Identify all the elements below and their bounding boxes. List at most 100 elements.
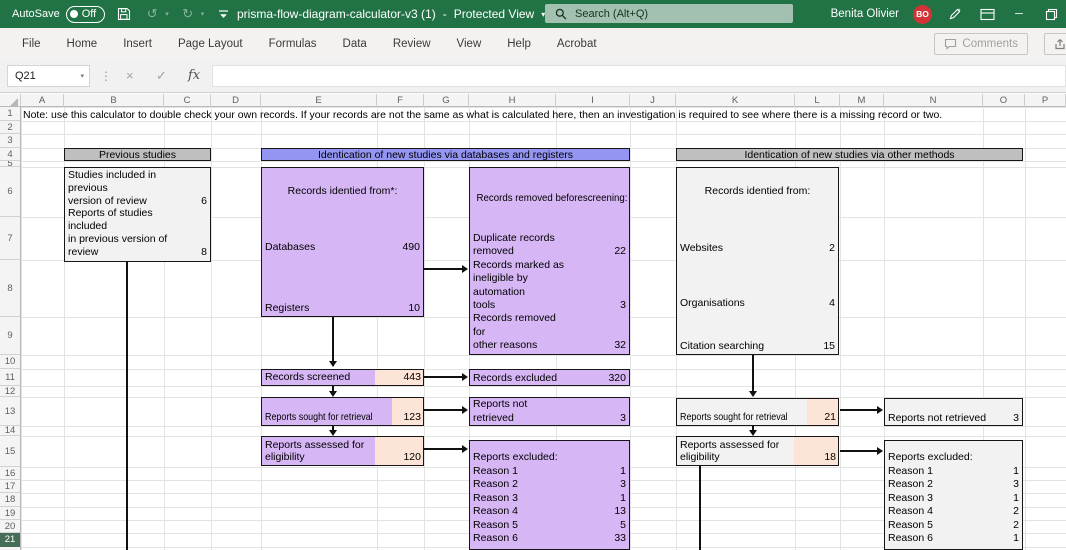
inking-pen-icon[interactable]	[946, 4, 964, 24]
redo-caret-icon: ▾	[200, 11, 205, 18]
formula-input[interactable]	[212, 65, 1066, 87]
reports-excluded-right-box[interactable]: Reports excluded: Reason 11 Reason 23 Re…	[884, 440, 1023, 550]
row-header-21[interactable]: 21	[0, 533, 20, 547]
row-header-20[interactable]: 20	[0, 520, 20, 533]
reports-not-retrieved-right-box[interactable]: Reports not retrieved 3	[884, 398, 1023, 426]
arrow-screened-to-sought	[329, 386, 337, 397]
records-removed-box[interactable]: Records removed beforescreening: Duplica…	[469, 167, 630, 355]
column-header-P[interactable]: P	[1025, 94, 1066, 107]
row-header-16[interactable]: 16	[0, 467, 20, 480]
name-box[interactable]: Q21 ▾	[7, 65, 90, 87]
tab-view[interactable]: View	[444, 28, 495, 60]
quick-access-menu-icon[interactable]	[214, 4, 232, 24]
title-separator: -	[442, 7, 447, 21]
column-header-I[interactable]: I	[556, 94, 630, 107]
records-identified-box[interactable]: Records identied from*: Databases 490 Reg…	[261, 167, 424, 317]
reports-sought-box[interactable]: Reports sought for retrieval 123	[261, 397, 424, 426]
records-screened-box[interactable]: Records screened 443	[261, 369, 424, 386]
gridline	[840, 107, 841, 550]
gridline	[21, 161, 1066, 162]
tab-data[interactable]: Data	[330, 28, 380, 60]
share-icon	[1055, 39, 1065, 50]
column-header-M[interactable]: M	[840, 94, 884, 107]
section-header-previous-studies[interactable]: Previous studies	[64, 148, 211, 161]
row-header-4[interactable]: 4	[0, 148, 20, 161]
row-header-7[interactable]: 7	[0, 217, 20, 260]
row-header-15[interactable]: 15	[0, 436, 20, 467]
row-header-8[interactable]: 8	[0, 260, 20, 317]
column-header-A[interactable]: A	[21, 94, 64, 107]
arrow-screened-to-excluded	[424, 373, 468, 381]
formula-bar-grip-icon: ⋮	[100, 69, 112, 83]
reports-not-retrieved-box[interactable]: Reports not retrieved 3	[469, 397, 630, 426]
restore-window-icon[interactable]	[1042, 4, 1060, 24]
enter-icon[interactable]: ✓	[156, 68, 167, 84]
row-header-14[interactable]: 14	[0, 426, 20, 436]
tab-formulas[interactable]: Formulas	[256, 28, 330, 60]
row-header-9[interactable]: 9	[0, 317, 20, 355]
column-header-C[interactable]: C	[164, 94, 211, 107]
row-header-10[interactable]: 10	[0, 355, 20, 369]
tab-insert[interactable]: Insert	[110, 28, 165, 60]
column-header-B[interactable]: B	[64, 94, 164, 107]
row-header-2[interactable]: 2	[0, 121, 20, 134]
records-excluded-box[interactable]: Records excluded 320	[469, 369, 630, 386]
column-header-J[interactable]: J	[630, 94, 676, 107]
records-identified-other-box[interactable]: Records identied from: Websites 2 Organis…	[676, 167, 839, 355]
insert-function-icon[interactable]: fx	[188, 68, 200, 83]
tab-acrobat[interactable]: Acrobat	[544, 28, 610, 60]
autosave-state: Off	[81, 8, 97, 20]
column-header-O[interactable]: O	[983, 94, 1025, 107]
select-all-corner[interactable]	[0, 94, 21, 107]
tab-help[interactable]: Help	[494, 28, 544, 60]
comments-button[interactable]: Comments	[934, 33, 1028, 55]
autosave-toggle[interactable]: Off	[65, 5, 106, 23]
column-header-H[interactable]: H	[469, 94, 556, 107]
autosave-control[interactable]: AutoSave Off	[12, 5, 106, 23]
save-icon[interactable]	[115, 4, 133, 24]
row-header-1[interactable]: 1	[0, 107, 20, 121]
row-header-13[interactable]: 13	[0, 397, 20, 426]
row-header-17[interactable]: 17	[0, 480, 20, 493]
section-header-other-methods[interactable]: Identication of new studies via other me…	[676, 148, 1023, 161]
column-header-E[interactable]: E	[261, 94, 377, 107]
search-box[interactable]: Search (Alt+Q)	[545, 4, 793, 23]
column-header-K[interactable]: K	[676, 94, 795, 107]
reports-sought-right-box[interactable]: Reports sought for retrieval 21	[676, 398, 839, 426]
cancel-icon[interactable]: ×	[126, 68, 134, 83]
tab-home[interactable]: Home	[54, 28, 111, 60]
note-cell[interactable]: Note: use this calculator to double chec…	[23, 109, 942, 121]
document-title[interactable]: prisma-flow-diagram-calculator-v3 (1) - …	[237, 0, 545, 28]
row-header-11[interactable]: 11	[0, 369, 20, 386]
previous-studies-box[interactable]: Studies included in previous version of …	[64, 167, 211, 262]
tab-page-layout[interactable]: Page Layout	[165, 28, 256, 60]
column-header-L[interactable]: L	[795, 94, 840, 107]
user-name[interactable]: Benita Olivier	[831, 8, 899, 20]
name-box-caret-icon[interactable]: ▾	[80, 72, 84, 80]
gridline	[21, 134, 1066, 135]
row-header-19[interactable]: 19	[0, 507, 20, 520]
row-header-3[interactable]: 3	[0, 134, 20, 148]
row-header-6[interactable]: 6	[0, 167, 20, 217]
gridline	[424, 107, 425, 550]
gridline	[21, 386, 1066, 387]
row-header-12[interactable]: 12	[0, 386, 20, 397]
gridline	[21, 107, 1066, 108]
ribbon-display-options-icon[interactable]	[978, 4, 996, 24]
row-headers: 1 2 3 4 5 6 7 8 9 10 11 12 13 14 15 16 17 18 19 20 21	[0, 107, 21, 550]
column-header-D[interactable]: D	[211, 94, 261, 107]
reports-excluded-box[interactable]: Reports excluded: Reason 11 Reason 23 Re…	[469, 440, 630, 550]
column-header-N[interactable]: N	[884, 94, 983, 107]
row-header-18[interactable]: 18	[0, 493, 20, 507]
section-header-databases-registers[interactable]: Identication of new studies via database…	[261, 148, 630, 161]
tab-file[interactable]: File	[9, 28, 54, 60]
column-header-G[interactable]: G	[424, 94, 469, 107]
reports-assessed-right-box[interactable]: Reports assessed for eligibility 18	[676, 436, 839, 466]
minimize-icon[interactable]: ─	[1010, 4, 1028, 24]
reports-assessed-box[interactable]: Reports assessed for eligibility 120	[261, 436, 424, 466]
gridline	[630, 107, 631, 550]
share-button[interactable]: Share	[1044, 33, 1066, 55]
avatar[interactable]: BO	[913, 4, 932, 24]
tab-review[interactable]: Review	[380, 28, 444, 60]
column-header-F[interactable]: F	[377, 94, 424, 107]
